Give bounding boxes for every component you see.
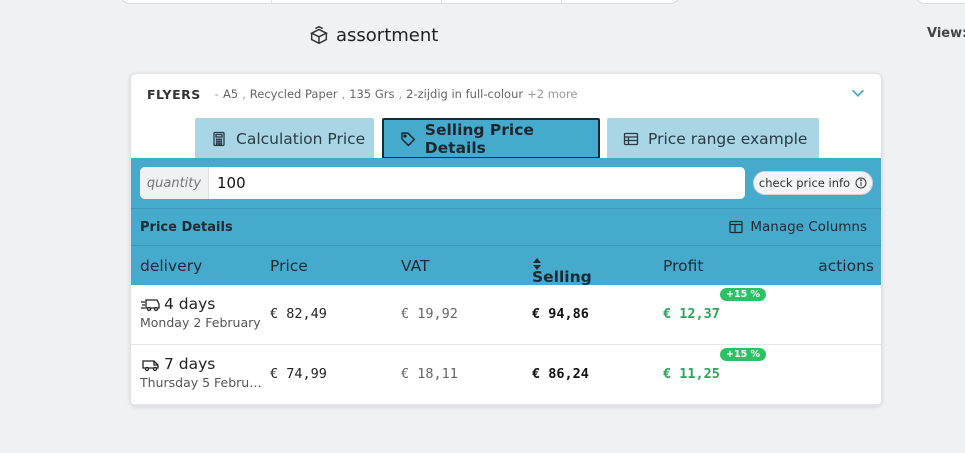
column-vat[interactable]: VAT [401,257,429,275]
more-specs-link[interactable]: +2 more [527,87,577,101]
delivery-economy-icon [142,360,159,372]
spec-paper: Recycled Paper [249,87,338,101]
manage-columns-label: Manage Columns [750,219,867,235]
spec-format: A5 [222,87,239,101]
spec-print: 2-zijdig in full-colour [406,87,524,101]
tab-price-range-example[interactable]: Price range example [607,118,819,159]
price-value: € 82,49 [270,306,327,322]
profit-percent-badge: +15 % [720,348,767,361]
columns-icon [729,220,743,234]
view-label: View: [927,26,965,41]
column-selling-price[interactable]: Selling price [532,257,592,304]
manage-columns-button[interactable]: Manage Columns [729,219,867,235]
profit-value: € 11,25 [663,366,720,382]
nav-divider [271,0,272,3]
product-card: FLYERS - A5 , Recycled Paper , 135 Grs ,… [130,73,882,406]
table-icon [623,132,639,145]
profit-value: € 12,37 [663,306,720,322]
nav-divider [441,0,442,3]
delivery-date: Thursday 5 February [140,375,264,390]
top-nav-control[interactable] [915,0,965,4]
vat-value: € 18,11 [401,366,458,382]
tab-label: Calculation Price [236,129,366,148]
table-row[interactable]: 4 days Monday 2 February € 82,49 € 19,92… [131,285,881,345]
column-price[interactable]: Price [270,257,308,275]
quantity-group: quantity [140,167,745,199]
delivery-date: Monday 2 February [140,315,261,330]
price-details-bar: Price Details Manage Columns [131,208,881,245]
check-price-info-label: check price info [758,176,851,190]
table-header: delivery Price VAT Selling price Profit … [131,245,881,304]
top-nav-bar [120,0,680,4]
column-delivery[interactable]: delivery [140,257,202,275]
column-actions: actions [818,257,874,275]
tab-label: Price range example [648,129,808,148]
selling-price-panel: quantity check price info Price Details [131,158,881,405]
tag-icon [401,131,416,146]
delivery-days: 7 days [164,355,216,373]
column-profit[interactable]: Profit [663,257,703,275]
page-title: assortment [308,24,438,46]
nav-divider [561,0,562,3]
quantity-bar: quantity check price info [131,158,881,208]
quantity-label: quantity [140,167,209,199]
chevron-down-icon[interactable] [849,84,867,102]
tab-calculation-price[interactable]: Calculation Price [195,118,374,159]
delivery-speed-icon [141,299,160,312]
profit-percent-badge: +15 % [720,288,767,301]
check-price-info-button[interactable]: check price info [753,171,873,195]
table-row[interactable]: 7 days Thursday 5 February € 74,99 € 18,… [131,345,881,405]
quantity-input[interactable] [209,167,745,199]
delivery-cell: 4 days Monday 2 February [140,295,264,330]
calculator-icon [213,131,225,146]
spec-weight: 135 Grs [349,87,395,101]
tab-selling-price-details[interactable]: Selling Price Details [382,118,600,159]
delivery-days: 4 days [164,295,216,313]
delivery-cell: 7 days Thursday 5 February [140,355,264,390]
selling-price-value: € 94,86 [532,306,589,322]
selling-price-value: € 86,24 [532,366,589,382]
product-header[interactable]: FLYERS - A5 , Recycled Paper , 135 Grs ,… [131,74,881,114]
price-value: € 74,99 [270,366,327,382]
price-details-title: Price Details [140,219,233,235]
box-icon [310,25,328,45]
vat-value: € 19,92 [401,306,458,322]
product-name: FLYERS [147,86,201,102]
tab-label: Selling Price Details [424,120,534,157]
info-icon [855,177,867,189]
page-title-text: assortment [336,24,439,46]
